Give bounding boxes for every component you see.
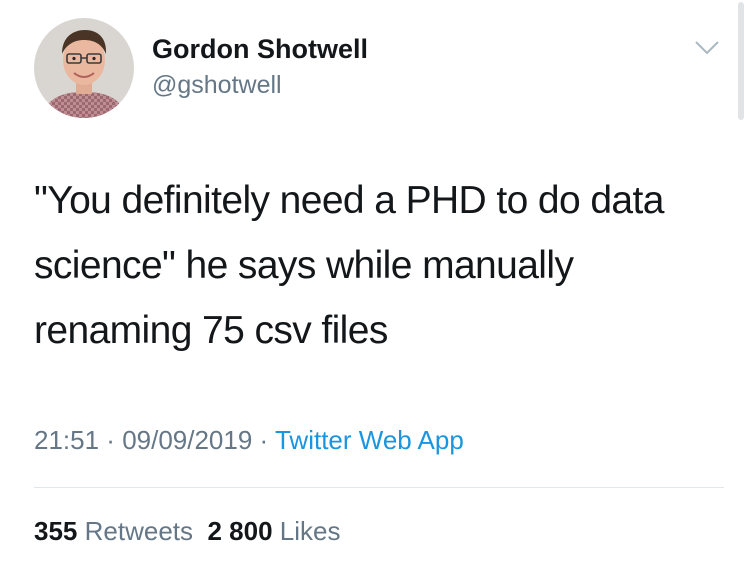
retweets-count: 355 bbox=[34, 516, 78, 546]
tweet-card: Gordon Shotwell @gshotwell "You definite… bbox=[0, 0, 750, 569]
tweet-text: "You definitely need a PHD to do data sc… bbox=[34, 179, 664, 352]
person-portrait-icon bbox=[34, 18, 134, 118]
tweet-time[interactable]: 21:51 bbox=[34, 425, 99, 455]
meta-separator: · bbox=[99, 425, 123, 455]
likes-stat[interactable]: 2 800 Likes bbox=[207, 516, 340, 546]
likes-count: 2 800 bbox=[207, 516, 273, 546]
tweet-stats: 355 Retweets 2 800 Likes bbox=[34, 514, 340, 548]
author-name[interactable]: Gordon Shotwell bbox=[152, 33, 368, 65]
retweets-stat[interactable]: 355 Retweets bbox=[34, 516, 193, 546]
author-handle[interactable]: @gshotwell bbox=[152, 70, 282, 100]
divider bbox=[34, 487, 724, 488]
retweets-label: Retweets bbox=[84, 516, 194, 546]
tweet-meta: 21:51 · 09/09/2019 · Twitter Web App bbox=[34, 423, 464, 457]
avatar[interactable] bbox=[34, 18, 134, 118]
likes-label: Likes bbox=[279, 516, 341, 546]
tweet-source-link[interactable]: Twitter Web App bbox=[275, 425, 464, 455]
chevron-down-icon[interactable] bbox=[694, 38, 720, 58]
tweet-date[interactable]: 09/09/2019 bbox=[122, 425, 252, 455]
meta-separator: · bbox=[252, 425, 275, 455]
scrollbar[interactable] bbox=[738, 2, 744, 120]
